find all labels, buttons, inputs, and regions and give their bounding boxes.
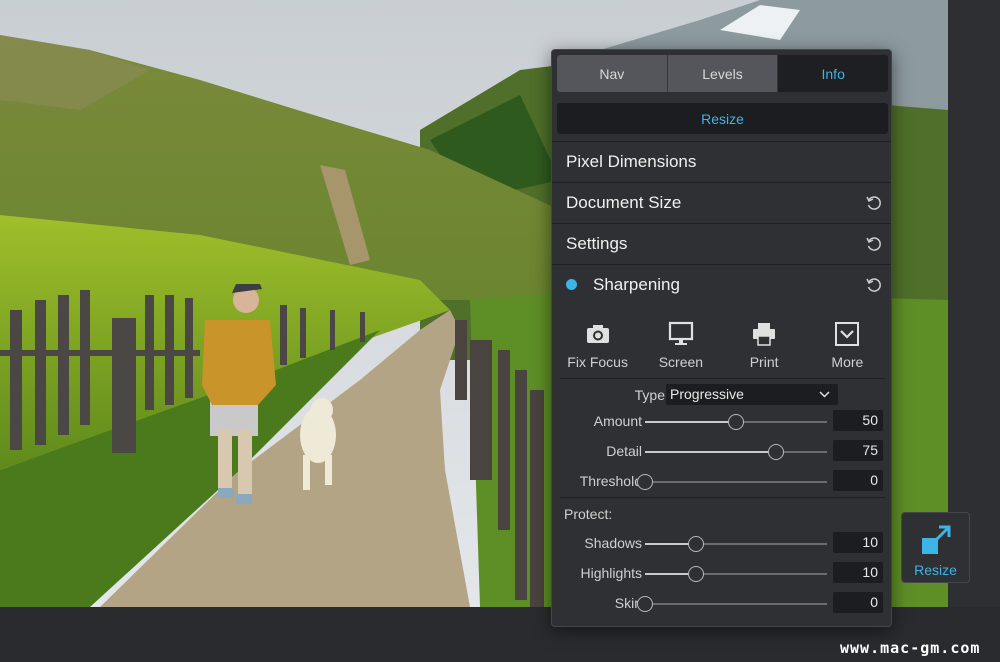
threshold-slider[interactable]	[637, 474, 827, 490]
watermark-text: www.mac-gm.com	[840, 639, 981, 657]
print-button[interactable]: Print	[725, 316, 803, 378]
shadows-value[interactable]: 10	[833, 532, 883, 553]
detail-row: Detail 75	[552, 439, 891, 463]
highlights-label: Highlights	[580, 565, 642, 581]
shadows-label: Shadows	[584, 535, 642, 551]
type-value: Progressive	[670, 386, 744, 402]
panel-tabs: Nav Levels Info	[557, 55, 888, 92]
fix-focus-button[interactable]: Fix Focus	[559, 316, 637, 378]
reset-icon[interactable]	[865, 276, 883, 294]
preset-label: Fix Focus	[567, 354, 628, 370]
tab-nav[interactable]: Nav	[557, 55, 668, 92]
floating-resize-button[interactable]: Resize	[901, 512, 970, 583]
camera-icon	[586, 325, 609, 343]
highlights-slider[interactable]	[645, 566, 827, 582]
highlights-value[interactable]: 10	[833, 562, 883, 583]
slider-thumb[interactable]	[728, 414, 744, 430]
screen-button[interactable]: Screen	[642, 316, 720, 378]
amount-row: Amount 50	[552, 409, 891, 433]
tab-levels[interactable]: Levels	[667, 55, 779, 92]
shadows-row: Shadows 10	[552, 531, 891, 555]
section-label: Settings	[566, 233, 628, 253]
slider-fill	[645, 451, 777, 453]
monitor-icon	[668, 321, 693, 345]
section-settings[interactable]: Settings	[552, 223, 891, 263]
highlights-row: Highlights 10	[552, 561, 891, 585]
skin-slider[interactable]	[637, 596, 827, 612]
slider-thumb[interactable]	[637, 474, 653, 490]
type-row: Type Progressive	[552, 383, 891, 407]
type-select[interactable]: Progressive	[666, 384, 838, 405]
detail-value[interactable]: 75	[833, 440, 883, 461]
chevron-down-icon	[819, 391, 830, 398]
preset-label: Print	[749, 354, 779, 370]
floating-resize-label: Resize	[914, 562, 957, 578]
reset-icon[interactable]	[865, 194, 883, 212]
slider-thumb[interactable]	[768, 444, 785, 460]
detail-slider[interactable]	[645, 444, 827, 460]
slider-thumb[interactable]	[687, 566, 704, 582]
threshold-value[interactable]: 0	[833, 470, 883, 491]
detail-label: Detail	[606, 443, 642, 459]
resize-icon	[921, 525, 950, 554]
shadows-slider[interactable]	[645, 536, 827, 552]
preset-label: More	[831, 354, 864, 370]
more-button[interactable]: More	[808, 316, 886, 378]
reset-icon[interactable]	[865, 235, 883, 253]
info-panel: Nav Levels Info Resize Pixel Dimensions …	[551, 49, 892, 627]
divider	[560, 378, 885, 379]
amount-value[interactable]: 50	[833, 410, 883, 431]
preset-label: Screen	[658, 354, 704, 370]
slider-thumb[interactable]	[637, 596, 653, 612]
section-label: Sharpening	[593, 274, 680, 294]
section-document-size[interactable]: Document Size	[552, 182, 891, 222]
chevron-box-icon	[835, 322, 860, 346]
skin-row: Skin 0	[552, 591, 891, 615]
printer-icon	[753, 323, 776, 346]
tab-info[interactable]: Info	[778, 55, 888, 92]
slider-thumb[interactable]	[687, 536, 704, 552]
slider-fill	[645, 421, 736, 423]
threshold-row: Threshold 0	[552, 469, 891, 493]
section-sharpening[interactable]: Sharpening	[552, 264, 891, 304]
section-label: Document Size	[566, 192, 682, 212]
sharpen-presets: Fix Focus Screen Print More	[552, 316, 891, 378]
amount-slider[interactable]	[645, 414, 827, 430]
section-label: Pixel Dimensions	[566, 151, 697, 171]
threshold-label: Threshold	[579, 473, 642, 489]
protect-label: Protect:	[564, 506, 613, 522]
divider	[560, 497, 885, 498]
resize-button[interactable]: Resize	[557, 103, 888, 134]
type-label: Type	[634, 387, 665, 403]
skin-value[interactable]: 0	[833, 592, 883, 613]
active-dot	[566, 279, 577, 290]
amount-label: Amount	[593, 413, 642, 429]
section-pixel-dimensions[interactable]: Pixel Dimensions	[552, 141, 891, 181]
